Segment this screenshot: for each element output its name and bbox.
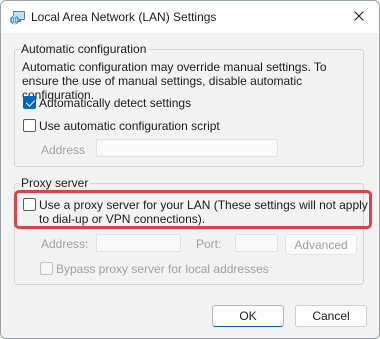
advanced-button: Advanced [285, 234, 357, 255]
use-proxy-option[interactable]: Use a proxy server for your LAN (These s… [23, 198, 369, 226]
bypass-local-checkbox [40, 262, 53, 275]
detect-settings-label[interactable]: Automatically detect settings [39, 96, 191, 110]
proxy-server-legend: Proxy server [21, 176, 89, 190]
proxy-address-input [96, 234, 181, 252]
script-address-input [96, 139, 278, 157]
ok-button[interactable]: OK [212, 305, 284, 327]
script-address-label: Address [41, 143, 86, 157]
detect-settings-checkbox[interactable] [23, 96, 36, 109]
config-script-option[interactable]: Use automatic configuration script [23, 119, 220, 133]
use-proxy-checkbox[interactable] [23, 198, 36, 211]
config-script-checkbox[interactable] [23, 119, 36, 132]
automatic-configuration-legend: Automatic configuration [21, 42, 147, 56]
config-script-label[interactable]: Use automatic configuration script [39, 119, 220, 133]
use-proxy-label[interactable]: Use a proxy server for your LAN (These s… [39, 198, 369, 226]
window-title: Local Area Network (LAN) Settings [31, 10, 217, 24]
bypass-local-option: Bypass proxy server for local addresses [40, 262, 269, 276]
network-globe-icon [9, 8, 27, 26]
bypass-local-label: Bypass proxy server for local addresses [56, 262, 269, 276]
detect-settings-option[interactable]: Automatically detect settings [23, 96, 191, 110]
close-button[interactable] [347, 5, 371, 29]
cancel-button[interactable]: Cancel [295, 305, 367, 327]
lan-settings-dialog: Local Area Network (LAN) Settings Automa… [0, 0, 380, 339]
dialog-body: Automatic configuration Automatic config… [1, 33, 379, 338]
close-icon [354, 10, 364, 24]
proxy-address-label: Address: [41, 237, 89, 251]
proxy-port-label: Port: [196, 237, 222, 251]
proxy-port-input [235, 234, 278, 252]
title-bar: Local Area Network (LAN) Settings [1, 1, 379, 33]
